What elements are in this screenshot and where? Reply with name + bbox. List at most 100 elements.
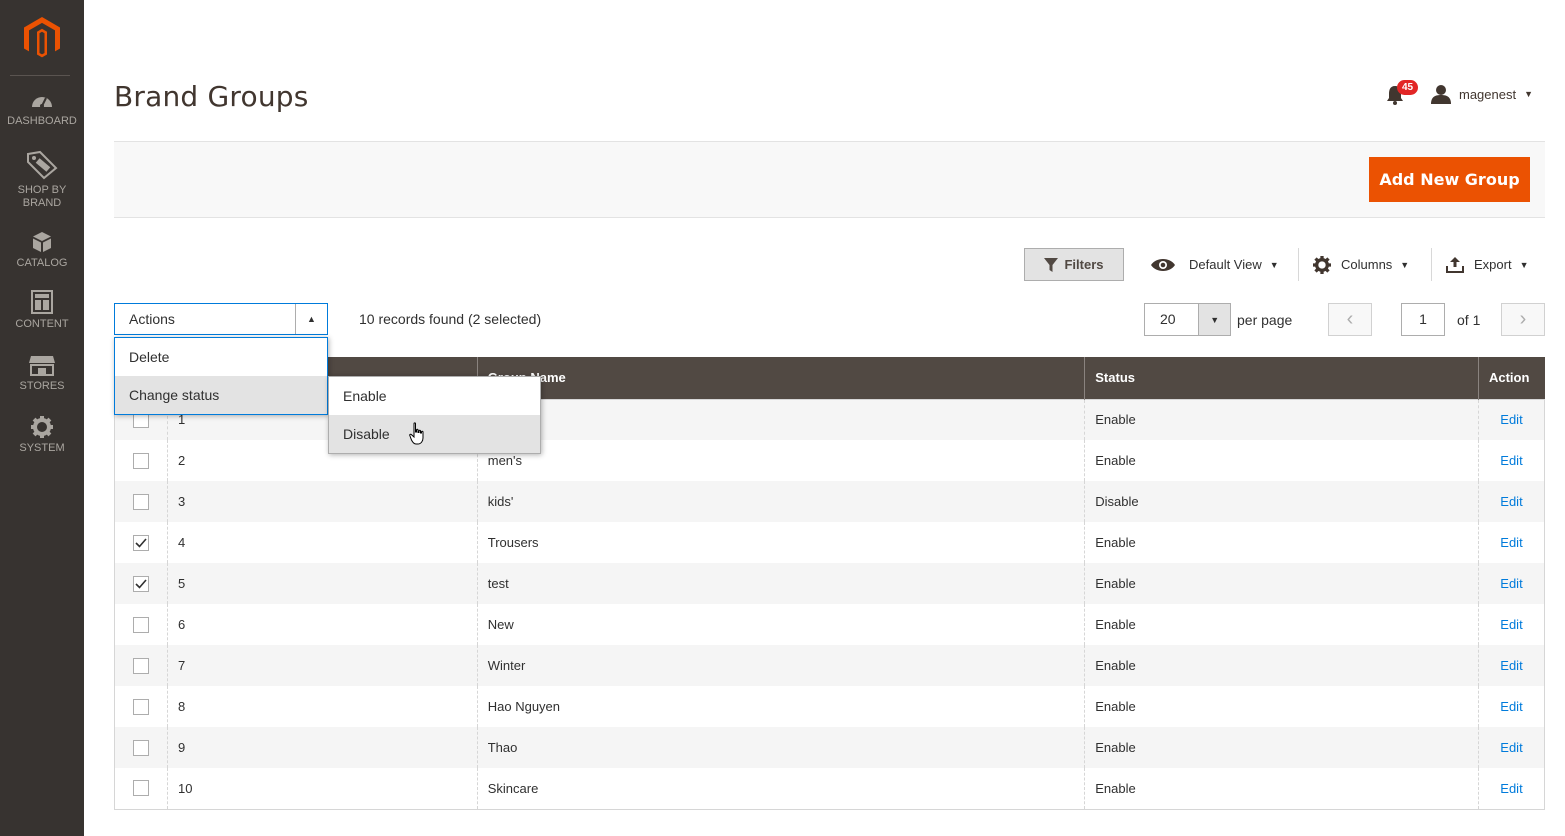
edit-link[interactable]: Edit xyxy=(1500,617,1522,632)
row-checkbox[interactable] xyxy=(133,452,149,469)
cell-group-name: kids' xyxy=(476,481,1086,522)
row-checkbox[interactable] xyxy=(133,534,149,551)
user-icon xyxy=(1430,85,1451,104)
toolbar-divider xyxy=(1298,248,1299,281)
sidebar-item-label: DASHBOARD xyxy=(7,115,77,127)
cell-id: 10 xyxy=(166,768,478,809)
cell-id: 7 xyxy=(166,645,478,686)
edit-link[interactable]: Edit xyxy=(1500,781,1522,796)
cell-group-name: Hao Nguyen xyxy=(476,686,1086,727)
sidebar-item-dashboard[interactable]: DASHBOARD xyxy=(0,91,84,128)
per-page-value: 20 xyxy=(1160,311,1176,327)
default-view-dropdown[interactable]: Default View ▼ xyxy=(1151,248,1279,281)
action-change-status[interactable]: Change status xyxy=(115,376,327,414)
export-dropdown[interactable]: Export ▼ xyxy=(1446,248,1529,281)
page-actions-bar: Add New Group xyxy=(114,141,1545,218)
sidebar-item-system[interactable]: SYSTEM xyxy=(0,416,84,455)
row-checkbox[interactable] xyxy=(133,780,149,797)
edit-link[interactable]: Edit xyxy=(1500,658,1522,673)
cell-action: Edit xyxy=(1477,481,1546,522)
table-row: 3 kids' Disable Edit xyxy=(114,481,1546,522)
row-checkbox[interactable] xyxy=(133,575,149,592)
row-select-cell xyxy=(114,604,168,645)
user-menu[interactable]: magenest ▼ xyxy=(1430,84,1533,104)
filters-button[interactable]: Filters xyxy=(1024,248,1124,281)
row-select-cell xyxy=(114,563,168,604)
cell-action: Edit xyxy=(1477,440,1546,481)
notifications-button[interactable]: 45 xyxy=(1385,80,1419,106)
row-checkbox[interactable] xyxy=(133,698,149,715)
table-row: 5 test Enable Edit xyxy=(114,563,1546,604)
row-select-cell xyxy=(114,727,168,768)
table-row: 4 Trousers Enable Edit xyxy=(114,522,1546,563)
change-status-submenu: Enable Disable xyxy=(328,376,541,454)
column-header-group-name[interactable]: Group Name xyxy=(476,357,1085,399)
row-select-cell xyxy=(114,768,168,809)
cell-action: Edit xyxy=(1477,399,1546,440)
check-icon xyxy=(135,537,147,548)
sidebar-item-label: SYSTEM xyxy=(19,442,65,454)
edit-link[interactable]: Edit xyxy=(1500,576,1522,591)
cell-action: Edit xyxy=(1477,727,1546,768)
chevron-right-icon: › xyxy=(1519,308,1527,330)
sidebar-item-label: CATALOG xyxy=(16,257,68,269)
check-icon xyxy=(135,578,147,589)
edit-link[interactable]: Edit xyxy=(1500,412,1522,427)
row-checkbox[interactable] xyxy=(133,657,149,674)
cell-status: Enable xyxy=(1084,727,1479,768)
add-new-group-button[interactable]: Add New Group xyxy=(1369,157,1530,202)
filters-label: Filters xyxy=(1064,257,1104,272)
cell-group-name: Trousers xyxy=(476,522,1086,563)
cell-group-name: Skincare xyxy=(476,768,1086,809)
page-title: Brand Groups xyxy=(114,80,309,113)
edit-link[interactable]: Edit xyxy=(1500,535,1522,550)
admin-sidebar: DASHBOARD SHOP BY BRAND CATALOG CONTENT xyxy=(0,0,84,836)
columns-dropdown[interactable]: Columns ▼ xyxy=(1313,248,1409,281)
current-page-input[interactable]: 1 xyxy=(1401,303,1445,336)
edit-link[interactable]: Edit xyxy=(1500,740,1522,755)
hand-cursor-icon xyxy=(409,422,424,445)
toolbar-divider xyxy=(1431,248,1432,281)
cell-status: Enable xyxy=(1084,563,1479,604)
magento-logo[interactable] xyxy=(0,0,84,76)
sidebar-item-stores[interactable]: STORES xyxy=(0,354,84,393)
sidebar-item-label: SHOP BY BRAND xyxy=(17,184,67,209)
caret-down-icon: ▼ xyxy=(1524,89,1533,99)
mass-actions-menu: Delete Change status xyxy=(114,337,328,415)
row-select-cell xyxy=(114,522,168,563)
row-select-cell xyxy=(114,686,168,727)
table-row: 6 New Enable Edit xyxy=(114,604,1546,645)
cell-id: 9 xyxy=(166,727,478,768)
next-page-button[interactable]: › xyxy=(1501,303,1545,336)
edit-link[interactable]: Edit xyxy=(1500,453,1522,468)
status-enable-option[interactable]: Enable xyxy=(329,377,540,415)
cell-group-name: women's xyxy=(476,399,1086,440)
cell-action: Edit xyxy=(1477,768,1546,809)
magento-logo-icon xyxy=(24,17,60,58)
row-checkbox[interactable] xyxy=(133,616,149,633)
cell-group-name: New xyxy=(476,604,1086,645)
cell-id: 6 xyxy=(166,604,478,645)
cell-id: 8 xyxy=(166,686,478,727)
sidebar-item-content[interactable]: CONTENT xyxy=(0,290,84,331)
caret-up-icon[interactable]: ▲ xyxy=(295,304,327,334)
row-checkbox[interactable] xyxy=(133,739,149,756)
mass-actions-select[interactable]: Actions ▲ xyxy=(114,303,328,335)
status-disable-option[interactable]: Disable xyxy=(329,415,540,453)
eye-icon xyxy=(1151,258,1175,271)
sidebar-item-shop-by-brand[interactable]: SHOP BY BRAND xyxy=(0,150,84,210)
row-checkbox[interactable] xyxy=(133,493,149,510)
column-header-status[interactable]: Status xyxy=(1084,357,1479,399)
chevron-left-icon: ‹ xyxy=(1346,308,1354,330)
action-delete[interactable]: Delete xyxy=(115,338,327,376)
per-page-select[interactable]: 20 ▼ xyxy=(1144,303,1231,336)
edit-link[interactable]: Edit xyxy=(1500,494,1522,509)
column-header-action: Action xyxy=(1477,357,1545,399)
mass-actions-label: Actions xyxy=(129,311,175,327)
export-label: Export xyxy=(1474,257,1512,272)
sidebar-item-catalog[interactable]: CATALOG xyxy=(0,231,84,270)
caret-down-icon[interactable]: ▼ xyxy=(1198,304,1230,335)
edit-link[interactable]: Edit xyxy=(1500,699,1522,714)
cell-status: Enable xyxy=(1084,686,1479,727)
previous-page-button[interactable]: ‹ xyxy=(1328,303,1372,336)
